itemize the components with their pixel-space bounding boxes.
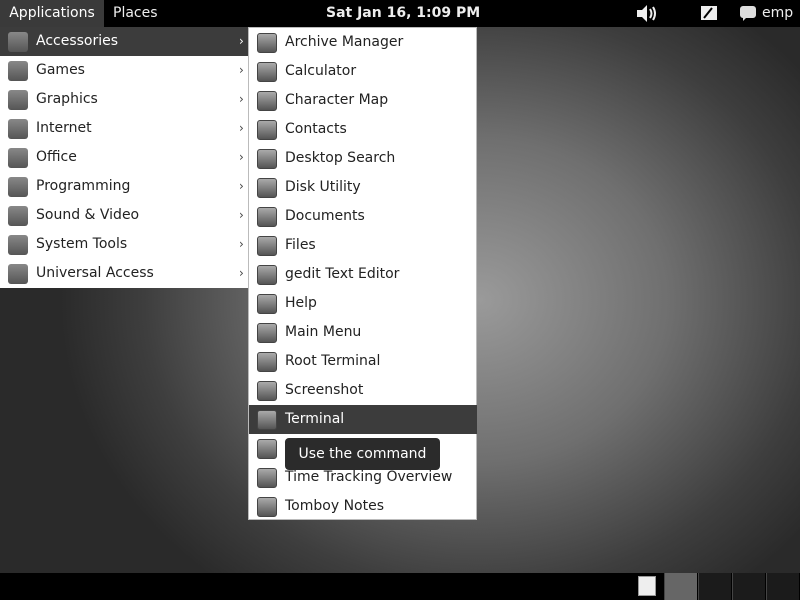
- category-item[interactable]: Universal Access ›: [0, 259, 248, 288]
- app-item[interactable]: Disk Utility: [249, 173, 477, 202]
- category-item[interactable]: Sound & Video ›: [0, 201, 248, 230]
- time-tracker-icon: [257, 439, 277, 459]
- app-item[interactable]: Files: [249, 231, 477, 260]
- graphics-icon: [8, 90, 28, 110]
- bottom-panel: [0, 573, 800, 600]
- gedit-icon: [257, 265, 277, 285]
- applications-menu-button[interactable]: Applications: [0, 0, 104, 27]
- system-tools-icon: [8, 235, 28, 255]
- app-label: Desktop Search: [285, 150, 396, 166]
- app-label: Documents: [285, 208, 365, 224]
- workspace-1[interactable]: [664, 573, 697, 600]
- main-menu-icon: [257, 323, 277, 343]
- help-icon: [257, 294, 277, 314]
- user-name: emp: [762, 5, 794, 21]
- app-label: Terminal: [285, 411, 345, 427]
- volume-icon[interactable]: [635, 0, 659, 27]
- app-item[interactable]: Terminal: [249, 405, 477, 434]
- chevron-right-icon: ›: [239, 34, 244, 48]
- app-label: Help: [285, 295, 317, 311]
- disk-utility-icon: [257, 178, 277, 198]
- screenshot-icon: [257, 381, 277, 401]
- documents-icon: [257, 207, 277, 227]
- character-map-icon: [257, 91, 277, 111]
- chevron-right-icon: ›: [239, 121, 244, 135]
- app-label: Character Map: [285, 92, 389, 108]
- app-item[interactable]: Documents: [249, 202, 477, 231]
- workspace-2[interactable]: [698, 573, 731, 600]
- files-icon: [257, 236, 277, 256]
- tooltip: Use the command line: [285, 438, 440, 494]
- app-label: Root Terminal: [285, 353, 381, 369]
- category-label: Accessories: [36, 33, 119, 49]
- app-item[interactable]: Character Map: [249, 86, 477, 115]
- games-icon: [8, 61, 28, 81]
- chevron-right-icon: ›: [239, 179, 244, 193]
- tomboy-notes-icon: [257, 497, 277, 517]
- app-label: Archive Manager: [285, 34, 404, 50]
- category-label: Games: [36, 62, 85, 78]
- category-item[interactable]: Programming ›: [0, 172, 248, 201]
- app-item[interactable]: Root Terminal: [249, 347, 477, 376]
- app-item[interactable]: Contacts: [249, 115, 477, 144]
- app-item[interactable]: Screenshot: [249, 376, 477, 405]
- clock[interactable]: Sat Jan 16, 1:09 PM: [326, 0, 480, 27]
- category-menu: Accessories › Games › Graphics › Internet › Offi…: [0, 27, 249, 288]
- category-item[interactable]: Internet ›: [0, 114, 248, 143]
- category-label: Internet: [36, 120, 92, 136]
- contacts-icon: [257, 120, 277, 140]
- category-item[interactable]: Office ›: [0, 143, 248, 172]
- category-label: Programming: [36, 178, 131, 194]
- sound-video-icon: [8, 206, 28, 226]
- app-label: gedit Text Editor: [285, 266, 400, 282]
- app-item[interactable]: Help: [249, 289, 477, 318]
- chevron-right-icon: ›: [239, 92, 244, 106]
- category-item[interactable]: Games ›: [0, 56, 248, 85]
- internet-icon: [8, 119, 28, 139]
- programming-icon: [8, 177, 28, 197]
- app-item[interactable]: Main Menu: [249, 318, 477, 347]
- chevron-right-icon: ›: [239, 150, 244, 164]
- app-label: Screenshot: [285, 382, 364, 398]
- category-item[interactable]: System Tools ›: [0, 230, 248, 259]
- chevron-right-icon: ›: [239, 208, 244, 222]
- category-label: Graphics: [36, 91, 98, 107]
- app-label: Files: [285, 237, 316, 253]
- workspace-4[interactable]: [766, 573, 799, 600]
- accessories-icon: [8, 32, 28, 52]
- app-item[interactable]: Calculator: [249, 57, 477, 86]
- calculator-icon: [257, 62, 277, 82]
- archive-manager-icon: [257, 33, 277, 53]
- category-label: Universal Access: [36, 265, 154, 281]
- workspace-3[interactable]: [732, 573, 765, 600]
- category-label: Sound & Video: [36, 207, 140, 223]
- app-label: Calculator: [285, 63, 357, 79]
- app-item[interactable]: Desktop Search: [249, 144, 477, 173]
- time-tracking-overview-icon: [257, 468, 277, 488]
- desktop-search-icon: [257, 149, 277, 169]
- places-menu-button[interactable]: Places: [113, 0, 158, 27]
- category-item[interactable]: Accessories ›: [0, 27, 248, 56]
- category-item[interactable]: Graphics ›: [0, 85, 248, 114]
- chevron-right-icon: ›: [239, 63, 244, 77]
- accessibility-icon[interactable]: [698, 0, 720, 27]
- app-label: Main Menu: [285, 324, 362, 340]
- app-item[interactable]: Archive Manager: [249, 28, 477, 57]
- chat-icon: [740, 6, 756, 21]
- app-item[interactable]: gedit Text Editor: [249, 260, 477, 289]
- user-menu[interactable]: emp: [740, 0, 793, 27]
- top-panel: Applications Places Sat Jan 16, 1:09 PM …: [0, 0, 800, 27]
- root-terminal-icon: [257, 352, 277, 372]
- office-icon: [8, 148, 28, 168]
- app-label: Contacts: [285, 121, 347, 137]
- universal-access-icon: [8, 264, 28, 284]
- app-label: Disk Utility: [285, 179, 361, 195]
- chevron-right-icon: ›: [239, 266, 244, 280]
- chevron-right-icon: ›: [239, 237, 244, 251]
- terminal-icon: [257, 410, 277, 430]
- category-label: System Tools: [36, 236, 128, 252]
- notification-icon[interactable]: [638, 576, 656, 596]
- category-label: Office: [36, 149, 77, 165]
